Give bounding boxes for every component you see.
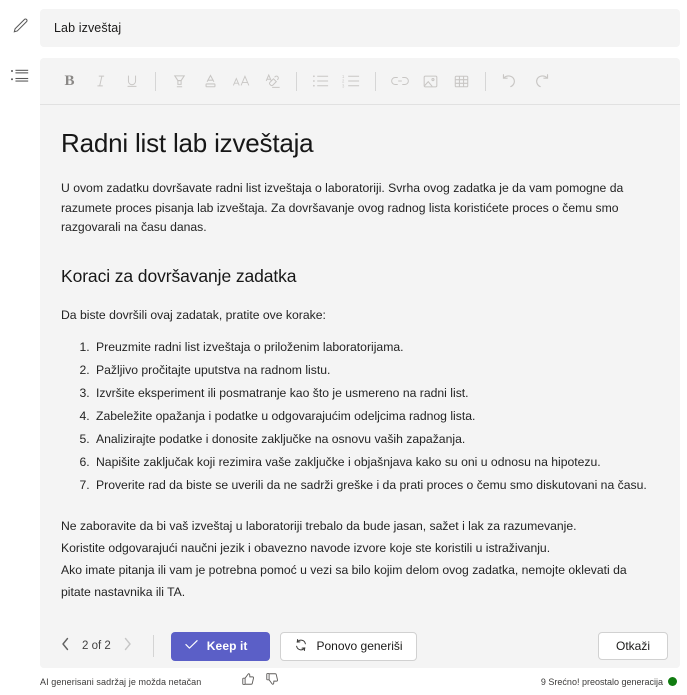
document-subheading: Koraci za dovršavanje zadatka [61, 265, 297, 286]
thumbs-down-button[interactable] [264, 672, 280, 691]
closing-line: Ne zaboravite da bi vaš izveštaj u labor… [61, 518, 577, 533]
status-dot [668, 677, 677, 686]
thumbs-down-icon [265, 672, 279, 691]
list-icon [10, 68, 30, 85]
next-suggestion-button[interactable] [117, 634, 139, 658]
assignment-title-value: Lab izveštaj [54, 21, 122, 35]
copilot-draft-window: Lab izveštaj B 1 2 3 Radni list lab izve… [0, 0, 687, 695]
feedback-controls [240, 672, 280, 691]
pagination-label: 2 of 2 [82, 640, 111, 652]
undo-button[interactable] [494, 66, 525, 96]
svg-text:3: 3 [342, 83, 345, 88]
previous-suggestion-button[interactable] [54, 634, 76, 658]
italic-button[interactable] [85, 66, 116, 96]
keep-it-label: Keep it [206, 639, 248, 653]
keep-it-button[interactable]: Keep it [170, 631, 270, 661]
cancel-button[interactable]: Otkaži [597, 632, 668, 660]
left-rail [0, 0, 40, 668]
top-region: Lab izveštaj B 1 2 3 Radni list lab izve… [0, 0, 687, 668]
closing-line: Koristite odgovarajući naučni jezik i ob… [61, 540, 551, 555]
action-bar-divider [152, 635, 154, 657]
regenerate-button[interactable]: Ponovo generiši [279, 631, 417, 661]
image-icon [422, 73, 439, 90]
numbered-list-icon: 1 2 3 [342, 73, 361, 89]
pencil-icon-button[interactable] [6, 12, 34, 40]
list-icon-button[interactable] [6, 62, 34, 90]
editor-card: B 1 2 3 Radni list lab izveštaja U ovom … [40, 58, 680, 668]
toolbar-divider-3 [375, 71, 376, 91]
table-icon [453, 73, 470, 90]
assignment-title-field[interactable]: Lab izveštaj [40, 9, 680, 47]
thumbs-up-button[interactable] [240, 672, 256, 691]
undo-icon [501, 73, 519, 89]
refresh-icon [294, 638, 308, 655]
insert-table-button[interactable] [446, 66, 477, 96]
highlight-icon [171, 73, 188, 90]
clear-formatting-button[interactable] [257, 66, 288, 96]
link-icon [390, 74, 410, 88]
underline-icon [124, 73, 140, 89]
document-heading: Radni list lab izveštaja [61, 128, 314, 158]
thumbs-up-icon [241, 672, 255, 691]
bulleted-list-icon [312, 73, 330, 89]
list-item: Izvršite eksperiment ili posmatranje kao… [93, 384, 650, 404]
toolbar-divider-1 [155, 71, 156, 91]
document-body[interactable]: Radni list lab izveštaja U ovom zadatku … [40, 105, 680, 624]
steps-list: Preuzmite radni list izveštaja o prilože… [61, 338, 650, 496]
list-item: Zabeležite opažanja i podatke u odgovara… [93, 407, 650, 427]
checkmark-icon [185, 639, 198, 653]
steps-intro-paragraph: Da biste dovršili ovaj zadatak, pratite … [61, 307, 326, 322]
clear-formatting-icon [264, 72, 282, 90]
list-item: Analizirajte podatke i donosite zaključk… [93, 430, 650, 450]
highlight-button[interactable] [164, 66, 195, 96]
font-size-button[interactable] [226, 66, 257, 96]
list-item: Proverite rad da biste se uverili da ne … [93, 476, 650, 496]
list-item: Pažljivo pročitajte uputstva na radnom l… [93, 361, 650, 381]
bold-button[interactable]: B [54, 66, 85, 96]
formatting-toolbar: B 1 2 3 [40, 58, 680, 105]
toolbar-divider-2 [296, 71, 297, 91]
toolbar-divider-4 [485, 71, 486, 91]
font-color-button[interactable] [195, 66, 226, 96]
list-item: Napišite zaključak koji rezimira vaše za… [93, 453, 650, 473]
generation-quota: 9 Srećno! preostalo generacija [541, 677, 677, 687]
underline-button[interactable] [116, 66, 147, 96]
insert-link-button[interactable] [384, 66, 415, 96]
closing-paragraphs: Ne zaboravite da bi vaš izveštaj u labor… [61, 515, 650, 603]
action-bar: 2 of 2 Keep it Ponovo generiši Otkaži [40, 624, 680, 668]
chevron-right-icon [123, 637, 132, 656]
numbered-list-button[interactable]: 1 2 3 [336, 66, 367, 96]
font-color-icon [202, 73, 219, 90]
italic-icon [93, 73, 109, 89]
font-size-icon [232, 73, 251, 90]
redo-button[interactable] [525, 66, 556, 96]
closing-line: Ako imate pitanja ili vam je potrebna po… [61, 562, 627, 599]
chevron-left-icon [61, 637, 70, 656]
regenerate-label: Ponovo generiši [316, 639, 403, 653]
ai-disclaimer: AI generisani sadržaj je možda netačan [40, 676, 202, 687]
pencil-icon [11, 17, 30, 36]
redo-icon [532, 73, 550, 89]
footer-bar: AI generisani sadržaj je možda netačan 9… [0, 668, 687, 695]
pagination: 2 of 2 [54, 634, 139, 658]
list-item: Preuzmite radni list izveštaja o prilože… [93, 338, 650, 358]
generation-quota-label: 9 Srećno! preostalo generacija [540, 676, 663, 687]
insert-image-button[interactable] [415, 66, 446, 96]
main-column: Lab izveštaj B 1 2 3 Radni list lab izve… [40, 0, 687, 668]
bulleted-list-button[interactable] [305, 66, 336, 96]
document-intro-paragraph: U ovom zadatku dovršavate radni list izv… [61, 181, 624, 234]
